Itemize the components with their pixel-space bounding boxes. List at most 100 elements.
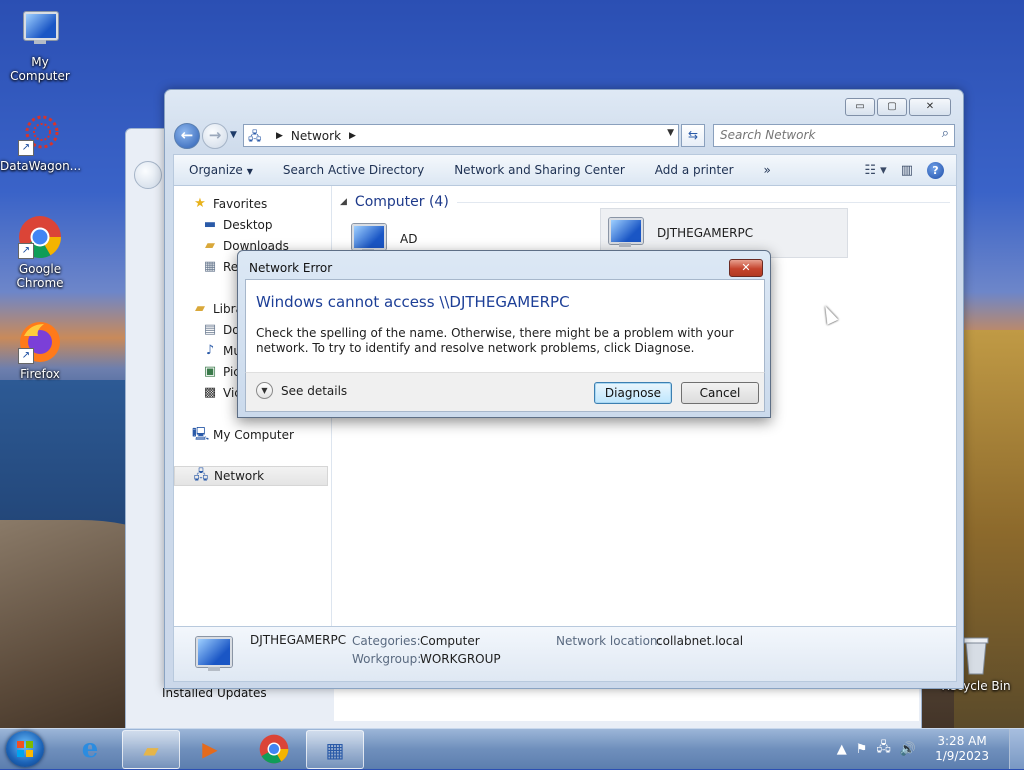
desktop-icon-my-computer[interactable]: My Computer bbox=[0, 8, 80, 83]
taskbar-media-player[interactable]: ▶ bbox=[182, 730, 238, 767]
windows-logo-icon bbox=[17, 741, 33, 757]
nav-label: Favorites bbox=[213, 197, 268, 211]
pictures-icon: ▣ bbox=[203, 364, 217, 379]
details-name: DJTHEGAMERPC bbox=[250, 633, 347, 647]
dialog-close-button[interactable]: ✕ bbox=[729, 259, 763, 277]
network-and-sharing-center-button[interactable]: Network and Sharing Center bbox=[439, 163, 640, 177]
desktop-icon-chrome[interactable]: ↗ Google Chrome bbox=[0, 215, 80, 290]
close-window-button[interactable]: ✕ bbox=[909, 98, 951, 116]
more-commands-button[interactable]: » bbox=[749, 163, 786, 177]
computer-icon: 🖳 bbox=[192, 427, 210, 442]
network-status-icon[interactable]: 🖧 bbox=[876, 738, 891, 760]
videos-icon: ▩ bbox=[203, 385, 217, 400]
desktop-icon-label: DataWagon... bbox=[0, 159, 82, 173]
nav-videos[interactable]: ▩ Vic bbox=[202, 383, 241, 403]
details-workgroup-label: Workgroup: bbox=[352, 652, 422, 666]
computer-name: DJTHEGAMERPC bbox=[657, 226, 754, 240]
breadcrumb-separator-icon[interactable]: ▶ bbox=[276, 131, 283, 141]
dialog-footer: ▼ See details Diagnose Cancel bbox=[245, 372, 765, 412]
details-network-location-label: Network location: bbox=[556, 634, 662, 648]
nav-libraries[interactable]: ▰ Libra bbox=[192, 299, 243, 319]
command-bar: Organize ▼ Search Active Directory Networ… bbox=[173, 154, 957, 186]
clock-date: 1/9/2023 bbox=[935, 749, 989, 763]
network-error-dialog[interactable]: Network Error ✕ Windows cannot access \\… bbox=[237, 250, 771, 418]
show-desktop-button[interactable] bbox=[1009, 729, 1024, 769]
desktop-icon-label: Google Chrome bbox=[16, 262, 64, 290]
chevron-down-icon: ▼ bbox=[256, 382, 273, 399]
nav-favorites[interactable]: ★ Favorites bbox=[192, 194, 267, 214]
address-history-dropdown-icon[interactable]: ▼ bbox=[667, 128, 674, 138]
cancel-button[interactable]: Cancel bbox=[681, 382, 759, 404]
organize-button[interactable]: Organize ▼ bbox=[174, 163, 268, 177]
nav-my-computer[interactable]: 🖳 My Computer bbox=[192, 425, 294, 445]
see-details-toggle[interactable]: ▼ See details bbox=[256, 382, 347, 399]
refresh-button[interactable]: ⇆ bbox=[681, 124, 705, 147]
nav-music[interactable]: ♪ Mu bbox=[202, 341, 241, 361]
show-hidden-icons-icon[interactable]: ▲ bbox=[837, 742, 847, 757]
nav-documents[interactable]: ▤ Do bbox=[202, 320, 240, 340]
start-button[interactable] bbox=[6, 731, 44, 767]
system-tray: ▲ ⚑ 🖧 🔊 3:28 AM 1/9/2023 bbox=[837, 729, 1024, 769]
dialog-title: Network Error bbox=[249, 261, 333, 275]
desktop-icon-firefox[interactable]: ↗ Firefox bbox=[0, 320, 80, 381]
details-pane: DJTHEGAMERPC Categories: Computer Workgr… bbox=[173, 626, 957, 682]
minimize-button[interactable]: ▭ bbox=[845, 98, 875, 116]
search-box[interactable]: ⌕ bbox=[713, 124, 955, 147]
network-location-icon: 🖧 bbox=[248, 128, 262, 143]
preview-pane-icon[interactable]: ▥ bbox=[901, 163, 913, 178]
search-input[interactable] bbox=[714, 125, 936, 144]
nav-pictures[interactable]: ▣ Pic bbox=[202, 362, 240, 382]
taskbar-internet-explorer[interactable]: e bbox=[62, 730, 118, 767]
chrome-icon bbox=[259, 734, 289, 763]
nav-label: Network bbox=[214, 469, 265, 483]
see-details-label: See details bbox=[281, 383, 348, 398]
recent-pages-dropdown-icon[interactable]: ▼ bbox=[230, 130, 237, 140]
taskbar-windows-explorer[interactable]: ▰ bbox=[122, 730, 180, 769]
chrome-icon: ↗ bbox=[18, 215, 62, 259]
computer-icon bbox=[192, 635, 236, 673]
desktop-icon-datawagon[interactable]: ↗ DataWagon... bbox=[0, 112, 82, 173]
clock-time: 3:28 AM bbox=[937, 734, 987, 748]
documents-icon: ▤ bbox=[203, 322, 217, 337]
volume-icon[interactable]: 🔊 bbox=[900, 742, 916, 757]
computer-icon bbox=[605, 218, 647, 248]
add-a-printer-button[interactable]: Add a printer bbox=[640, 163, 749, 177]
breadcrumb-separator-icon[interactable]: ▶ bbox=[349, 131, 356, 141]
view-controls: ☷ ▾ ▥ ? bbox=[864, 161, 956, 179]
background-window-pane bbox=[334, 689, 919, 721]
datawagon-icon: ↗ bbox=[18, 112, 62, 156]
nav-network[interactable]: 🖧 Network bbox=[174, 466, 328, 486]
maximize-button[interactable]: ▢ bbox=[877, 98, 907, 116]
change-view-icon[interactable]: ☷ ▾ bbox=[864, 163, 886, 178]
desktop-icon-label: Firefox bbox=[20, 367, 60, 381]
diagnose-button[interactable]: Diagnose bbox=[594, 382, 672, 404]
collapse-triangle-icon[interactable]: ◢ bbox=[340, 197, 347, 207]
help-icon[interactable]: ? bbox=[927, 161, 944, 179]
control-panel-icon: ▦ bbox=[325, 737, 345, 762]
caption-buttons: ▭ ▢ ✕ bbox=[845, 98, 951, 116]
group-header-label: Computer (4) bbox=[354, 194, 449, 210]
downloads-folder-icon: ▰ bbox=[205, 238, 215, 253]
taskbar-control-panel[interactable]: ▦ bbox=[306, 730, 364, 769]
search-icon[interactable]: ⌕ bbox=[942, 126, 949, 141]
search-active-directory-button[interactable]: Search Active Directory bbox=[268, 163, 439, 177]
action-center-flag-icon[interactable]: ⚑ bbox=[856, 742, 868, 757]
recent-places-icon: ▦ bbox=[203, 259, 217, 274]
shortcut-arrow-icon: ↗ bbox=[18, 140, 34, 156]
shortcut-arrow-icon: ↗ bbox=[18, 348, 34, 364]
back-button[interactable]: ← bbox=[174, 123, 200, 149]
organize-label: Organize bbox=[189, 163, 243, 177]
breadcrumb-network[interactable]: Network bbox=[291, 129, 341, 143]
nav-desktop[interactable]: ▬ Desktop bbox=[202, 215, 273, 235]
internet-explorer-icon: e bbox=[81, 733, 99, 764]
taskbar-chrome[interactable] bbox=[246, 730, 302, 767]
star-icon: ★ bbox=[194, 196, 206, 211]
clock[interactable]: 3:28 AM 1/9/2023 bbox=[935, 734, 989, 764]
forward-button[interactable]: → bbox=[202, 123, 228, 149]
background-window-back-icon bbox=[134, 161, 162, 189]
media-player-icon: ▶ bbox=[202, 736, 218, 761]
address-bar[interactable]: 🖧 ▶ Network ▶ ▼ bbox=[243, 124, 679, 147]
dialog-content: Windows cannot access \\DJTHEGAMERPC Che… bbox=[245, 279, 765, 373]
details-categories-value: Computer bbox=[420, 634, 480, 648]
group-divider bbox=[456, 201, 950, 203]
